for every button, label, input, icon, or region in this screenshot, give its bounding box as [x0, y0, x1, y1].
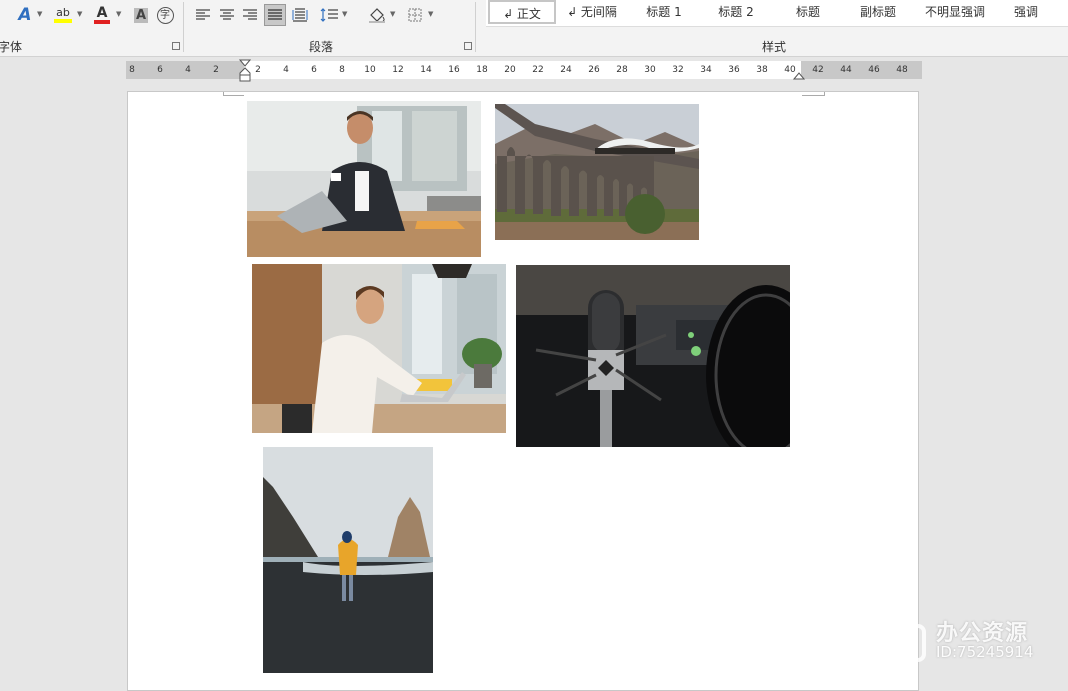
font-color-button[interactable]: A [91, 4, 113, 26]
paragraph-dialog-launcher-icon[interactable] [464, 42, 472, 50]
ruler-number: 38 [756, 65, 768, 75]
text-effects-button[interactable]: A [14, 4, 36, 26]
ribbon: A ▼ ab ▼ A ▼ A 字 字体 ▼ ▼ ▼ 段落 ↲ 正文 ↲ 无间隔 … [0, 0, 1068, 57]
ruler-number: 22 [532, 65, 544, 75]
watermark: 办公资源 ID:75245914 [886, 622, 1033, 664]
text-effects-icon: A [18, 5, 32, 25]
enclose-char-button[interactable]: 字 [154, 4, 176, 26]
ruler-number: 2 [213, 65, 219, 75]
style-7[interactable]: 不明显强调 [916, 0, 994, 24]
justify-icon [268, 9, 282, 20]
highlight-icon: ab [56, 6, 70, 19]
borders-button[interactable] [404, 4, 426, 26]
font-dialog-launcher-icon[interactable] [172, 42, 180, 50]
style-4[interactable]: 标题 2 [702, 0, 770, 24]
style-3[interactable]: 标题 1 [630, 0, 698, 24]
ruler-number: 8 [339, 65, 345, 75]
watermark-title: 办公资源 [936, 621, 1029, 646]
style-8[interactable]: 强调 [992, 0, 1060, 24]
enclose-char-icon: 字 [156, 6, 174, 24]
styles-gallery: ↲ 正文 ↲ 无间隔 标题 1 标题 2 标题 副标题 不明显强调 强调 [486, 0, 1068, 27]
ruler-number: 24 [560, 65, 572, 75]
align-center-button[interactable] [218, 4, 236, 26]
ruler-number: 6 [157, 65, 163, 75]
chevron-down-icon[interactable]: ▼ [116, 10, 121, 18]
ruler-number: 10 [364, 65, 376, 75]
distributed-button[interactable] [290, 4, 310, 26]
first-line-indent-marker-icon[interactable] [239, 59, 251, 83]
chevron-down-icon[interactable]: ▼ [77, 10, 82, 18]
watermark-logo-icon [888, 624, 926, 662]
ruler-number: 2 [255, 65, 261, 75]
chevron-down-icon[interactable]: ▼ [390, 10, 395, 18]
char-shading-icon: A [133, 7, 149, 23]
ruler-number: 30 [644, 65, 656, 75]
paragraph-group-label: 段落 [309, 40, 334, 54]
margin-corner-right [802, 92, 825, 96]
align-center-icon [220, 9, 234, 20]
ruler-number: 42 [812, 65, 824, 75]
align-left-icon [196, 9, 210, 20]
photo-man-laptop[interactable] [252, 264, 506, 433]
chevron-down-icon[interactable]: ▼ [428, 10, 433, 18]
ruler-number: 14 [420, 65, 432, 75]
align-right-button[interactable] [241, 4, 259, 26]
ruler-number: 8 [129, 65, 135, 75]
photo-viaduct-train[interactable] [495, 104, 699, 240]
ruler-number: 48 [896, 65, 908, 75]
chevron-down-icon[interactable]: ▼ [342, 10, 347, 18]
styles-group-label: 样式 [762, 40, 787, 54]
ruler-number: 36 [728, 65, 740, 75]
photo-beach-walker[interactable] [263, 447, 433, 673]
margin-corner-left [223, 92, 244, 96]
line-spacing-icon [320, 8, 338, 22]
ruler-number: 4 [283, 65, 289, 75]
photo-microphone[interactable] [516, 265, 790, 447]
style-6[interactable]: 副标题 [844, 0, 912, 24]
horizontal-ruler[interactable]: 8 6 4 2 2 4 6 8 10 12 14 16 18 20 22 24 26 28 30 32 34 36 38 40… [126, 59, 922, 82]
ruler-number: 34 [700, 65, 712, 75]
ruler-number: 46 [868, 65, 880, 75]
paint-bucket-icon [369, 8, 385, 23]
ruler-number: 28 [616, 65, 628, 75]
chevron-down-icon[interactable]: ▼ [37, 10, 42, 18]
ruler-number: 26 [588, 65, 600, 75]
ruler-number: 18 [476, 65, 488, 75]
ruler-number: 20 [504, 65, 516, 75]
ruler-number: 12 [392, 65, 404, 75]
ruler-number: 40 [784, 65, 796, 75]
highlight-button[interactable]: ab [52, 4, 74, 26]
style-2[interactable]: ↲ 无间隔 [558, 0, 626, 24]
justify-button[interactable] [264, 4, 286, 26]
photo-businessman-coffee[interactable] [247, 101, 481, 257]
ruler-number: 16 [448, 65, 460, 75]
ruler-number: 6 [311, 65, 317, 75]
ruler-number: 44 [840, 65, 852, 75]
ruler-number: 32 [672, 65, 684, 75]
font-group-label: 字体 [0, 40, 23, 54]
borders-icon [408, 8, 422, 22]
ruler-number: 4 [185, 65, 191, 75]
style-5[interactable]: 标题 [774, 0, 842, 24]
watermark-id: ID:75245914 [936, 643, 1034, 661]
align-right-icon [243, 9, 257, 20]
line-spacing-button[interactable] [318, 4, 340, 26]
shading-button[interactable] [366, 4, 388, 26]
font-color-icon: A [96, 5, 108, 21]
style-1[interactable]: ↲ 正文 [488, 0, 556, 24]
char-shading-button[interactable]: A [131, 4, 151, 26]
distributed-icon [292, 8, 308, 22]
align-left-button[interactable] [194, 4, 212, 26]
